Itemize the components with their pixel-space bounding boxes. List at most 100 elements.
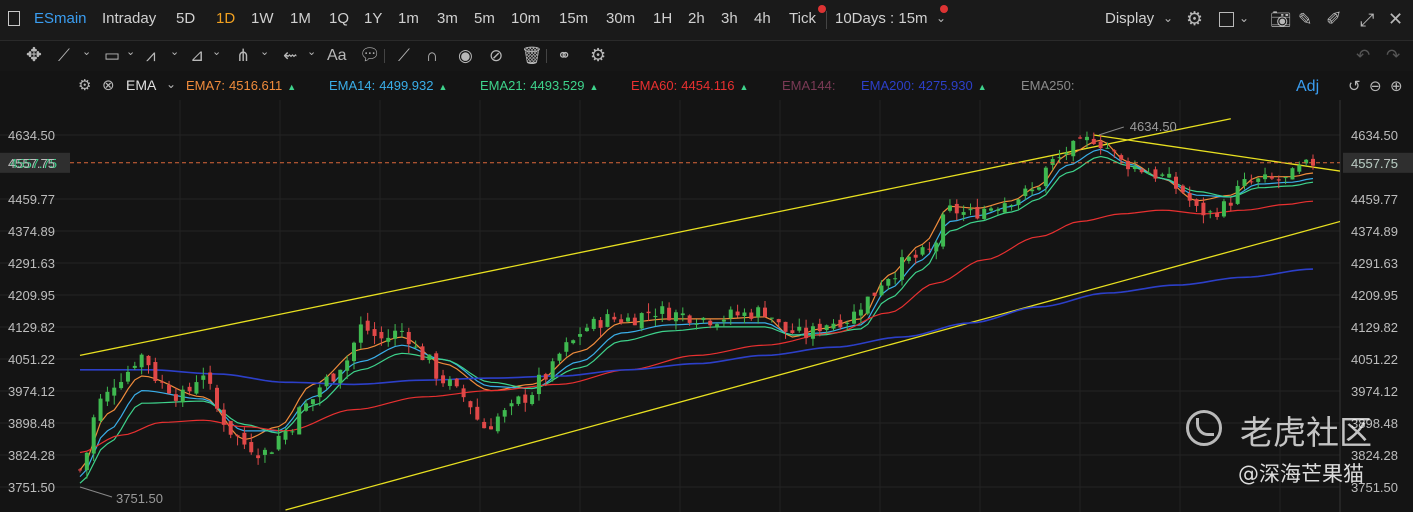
period-tab-1m[interactable]: 1M xyxy=(290,10,311,27)
display-button[interactable]: Display xyxy=(1105,10,1154,27)
pitchfork-icon[interactable]: ⋔ xyxy=(236,47,250,64)
gear-icon[interactable]: ⚙ xyxy=(78,78,91,93)
candle-body xyxy=(304,403,309,411)
zoom-out-icon[interactable]: ⊖ xyxy=(1369,79,1382,94)
period-tab-30m[interactable]: 30m xyxy=(606,10,635,27)
eye-icon[interactable]: ◉ xyxy=(458,47,473,64)
ema-item-ema21[interactable]: EMA21: 4493.529 ▲ xyxy=(480,78,598,93)
price-chart[interactable]: 4557.75 4557.75 4634.50 4634.50 4557.75 4557… xyxy=(0,100,1413,512)
window-icon[interactable] xyxy=(8,11,20,26)
ema-item-ema144[interactable]: EMA144: xyxy=(782,78,844,93)
ema-item-ema250[interactable]: EMA250: xyxy=(1021,78,1083,93)
rect-icon[interactable]: ▭ xyxy=(104,47,120,64)
candle-body xyxy=(824,325,829,331)
candle-body xyxy=(1057,157,1062,159)
y-tick-right: 4209.95 xyxy=(1351,288,1398,303)
ruler-icon[interactable]: ⟋ xyxy=(398,47,410,64)
period-tab-10m[interactable]: 10m xyxy=(511,10,540,27)
trash-icon[interactable]: 🗑︎ xyxy=(521,47,543,64)
y-tick-left: 4459.77 xyxy=(8,192,55,207)
fib-icon[interactable]: ⊿ xyxy=(190,47,204,64)
pencil-icon[interactable]: ✐ xyxy=(1326,10,1342,29)
period-tab-1y[interactable]: 1Y xyxy=(364,10,382,27)
reset-icon[interactable]: ↺ xyxy=(1348,79,1361,94)
watermark-author: @深海芒果猫 xyxy=(1238,462,1364,486)
zoom-in-icon[interactable]: ⊕ xyxy=(1390,79,1403,94)
candle-body xyxy=(865,296,870,314)
period-tab-3m[interactable]: 3m xyxy=(437,10,458,27)
ema-item-ema14[interactable]: EMA14: 4499.932 ▲ xyxy=(329,78,447,93)
candle-body xyxy=(495,416,500,432)
settings-icon[interactable]: ⚙ xyxy=(590,46,606,64)
candle-body xyxy=(564,342,569,352)
candle-body xyxy=(1174,176,1178,189)
period-tab-1q[interactable]: 1Q xyxy=(329,10,349,27)
candle-body xyxy=(413,346,418,348)
candle-body xyxy=(934,242,939,252)
period-tab-3h[interactable]: 3h xyxy=(721,10,738,27)
candle-body xyxy=(598,320,603,328)
period-tab-2h[interactable]: 2h xyxy=(688,10,705,27)
ema-lines xyxy=(79,139,1314,484)
line-icon[interactable]: ⟋ xyxy=(58,47,70,64)
candle-body xyxy=(1297,165,1302,172)
close-icon[interactable]: ✕ xyxy=(1388,10,1403,28)
candle-body xyxy=(1078,137,1083,139)
period-tab-4h[interactable]: 4h xyxy=(754,10,771,27)
comment-icon[interactable]: 💬︎ xyxy=(359,46,381,63)
magnet-icon[interactable]: ∩ xyxy=(426,47,438,64)
candle-body xyxy=(1119,155,1124,160)
candle-body xyxy=(1201,202,1206,216)
period-tab-tick[interactable]: Tick xyxy=(789,10,816,27)
hide-icon[interactable]: ⊘ xyxy=(489,47,503,64)
candle-body xyxy=(1098,141,1103,149)
candle-body xyxy=(941,214,946,247)
y-tick-left: 4129.82 xyxy=(8,320,55,335)
square-icon[interactable] xyxy=(1219,12,1234,27)
period-tab-1w[interactable]: 1W xyxy=(251,10,274,27)
candle-body xyxy=(276,435,281,450)
text-icon[interactable]: Aa xyxy=(327,48,347,64)
adj-button[interactable]: Adj xyxy=(1296,78,1319,96)
period-divider xyxy=(826,11,827,29)
undo-icon[interactable]: ↶ xyxy=(1356,47,1370,64)
candle-body xyxy=(1256,178,1261,182)
ema-arrow: ▲ xyxy=(977,82,987,92)
candle-body xyxy=(215,387,219,409)
fullscreen-icon[interactable]: ⤢ xyxy=(1360,11,1374,29)
symbol-label[interactable]: ESmain xyxy=(34,10,87,27)
y-tick-left: 4209.95 xyxy=(8,288,55,303)
candle-body xyxy=(858,309,863,316)
period-tab-1d[interactable]: 1D xyxy=(216,10,235,27)
candle-body xyxy=(954,203,959,214)
candle-body xyxy=(153,362,158,381)
ema-item-ema200[interactable]: EMA200: 4275.930 ▲ xyxy=(861,78,987,93)
gear-icon[interactable]: ⚙ xyxy=(1186,10,1203,29)
period-tab-5d[interactable]: 5D xyxy=(176,10,195,27)
period-tab-5m[interactable]: 5m xyxy=(474,10,495,27)
candle-body xyxy=(386,337,391,342)
edit-icon[interactable]: ✎ xyxy=(1298,11,1312,28)
period-tab-1m[interactable]: 1m xyxy=(398,10,419,27)
link-icon[interactable]: ⚭ xyxy=(557,47,571,64)
candle-body xyxy=(146,355,151,366)
polyline-icon[interactable]: ⩘ xyxy=(146,47,156,64)
ema-name[interactable]: EMA xyxy=(126,77,156,93)
camera-icon[interactable]: 📷︎ xyxy=(1270,11,1292,28)
candle-body xyxy=(201,375,206,380)
ema-item-ema60[interactable]: EMA60: 4454.116 ▲ xyxy=(631,78,748,93)
candle-body xyxy=(427,354,432,360)
candle-body xyxy=(1263,174,1268,180)
redo-icon[interactable]: ↷ xyxy=(1386,47,1400,64)
move-icon[interactable]: ✥ xyxy=(26,46,42,65)
candle-body xyxy=(756,307,761,318)
ema-item-ema7[interactable]: EMA7: 4516.611 ▲ xyxy=(186,78,296,93)
period-tab-1h[interactable]: 1H xyxy=(653,10,672,27)
period-tab-intraday[interactable]: Intraday xyxy=(102,10,156,27)
period-tab-15m[interactable]: 15m xyxy=(559,10,588,27)
candle-body xyxy=(653,315,658,318)
candle-body xyxy=(297,407,302,435)
arrow-icon[interactable]: ⇜ xyxy=(283,47,297,64)
close-circle-icon[interactable]: ⊗ xyxy=(102,78,115,93)
range-selector[interactable]: 10Days : 15m xyxy=(835,10,928,27)
